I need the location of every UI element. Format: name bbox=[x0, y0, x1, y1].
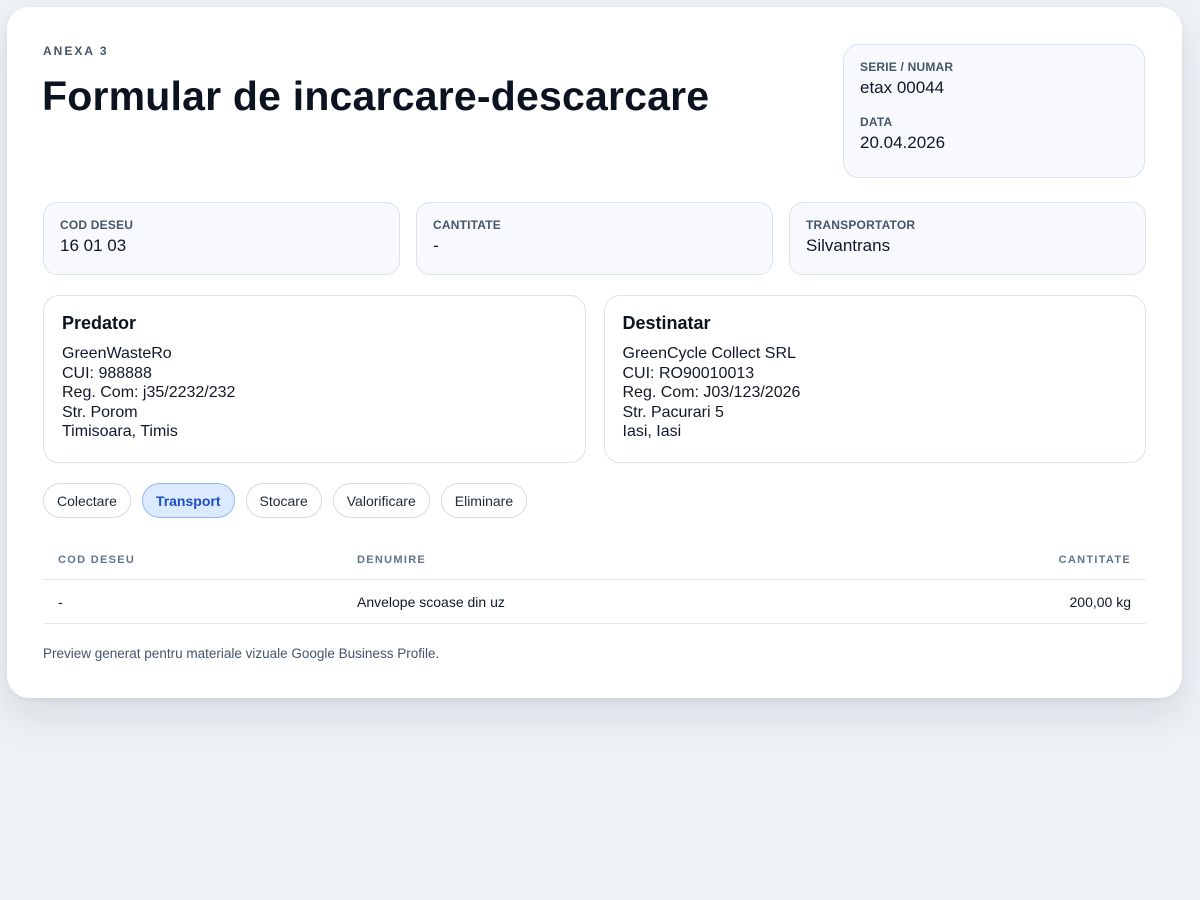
waste-code-label: COD DESEU bbox=[60, 218, 134, 232]
chip-transport[interactable]: Transport bbox=[141, 483, 235, 518]
sender-name: GreenWasteRo bbox=[62, 345, 172, 362]
sender-cui: CUI: 988888 bbox=[62, 364, 152, 382]
quantity-label: CANTITATE bbox=[433, 218, 502, 232]
quantity-box: CANTITATE - bbox=[416, 202, 773, 275]
waste-code-box: COD DESEU 16 01 03 bbox=[43, 202, 400, 275]
sender-title: Predator bbox=[62, 313, 137, 333]
col-quantity: CANTITATE bbox=[852, 541, 1146, 580]
operation-chips: Colectare Transport Stocare Valorificare… bbox=[43, 483, 528, 518]
recipient-city: Iasi, Iasi bbox=[622, 423, 682, 440]
recipient-name: GreenCycle Collect SRL bbox=[622, 345, 796, 362]
table-row: - Anvelope scoase din uz 200,00 kg bbox=[43, 579, 1146, 624]
party-row: Predator GreenWasteRo CUI: 988888 Reg. C… bbox=[43, 295, 1146, 463]
recipient-card: Destinatar GreenCycle Collect SRL CUI: R… bbox=[603, 295, 1146, 463]
serial-value: etax 00044 bbox=[860, 78, 945, 97]
footer-note: Preview generat pentru materiale vizuale… bbox=[43, 646, 440, 661]
chip-valorificare[interactable]: Valorificare bbox=[332, 483, 430, 518]
date-value: 20.04.2026 bbox=[860, 133, 946, 152]
carrier-box: TRANSPORTATOR Silvantrans bbox=[789, 202, 1146, 275]
form-card: ANEXA 3 Formular de incarcare-descarcare… bbox=[7, 7, 1182, 698]
sender-street: Str. Porom bbox=[62, 403, 138, 421]
cell-waste-code: - bbox=[43, 579, 342, 624]
carrier-label: TRANSPORTATOR bbox=[806, 218, 916, 232]
cell-name: Anvelope scoase din uz bbox=[342, 579, 853, 624]
recipient-street: Str. Pacurari 5 bbox=[622, 403, 724, 421]
table-header-row: COD DESEU DENUMIRE CANTITATE bbox=[43, 541, 1146, 580]
cell-quantity: 200,00 kg bbox=[852, 579, 1146, 624]
chip-eliminare[interactable]: Eliminare bbox=[440, 483, 528, 518]
serial-label: SERIE / NUMAR bbox=[860, 60, 954, 74]
annex-label: ANEXA 3 bbox=[43, 44, 109, 58]
chip-colectare[interactable]: Colectare bbox=[43, 483, 131, 518]
recipient-cui: CUI: RO90010013 bbox=[622, 364, 755, 382]
chip-stocare[interactable]: Stocare bbox=[245, 483, 322, 518]
waste-code-value: 16 01 03 bbox=[60, 236, 127, 255]
recipient-reg-com: Reg. Com: J03/123/2026 bbox=[622, 384, 801, 401]
waste-table: COD DESEU DENUMIRE CANTITATE - Anvelope … bbox=[43, 541, 1146, 624]
col-name: DENUMIRE bbox=[342, 541, 853, 580]
col-waste-code: COD DESEU bbox=[43, 541, 342, 580]
sender-reg-com: Reg. Com: j35/2232/232 bbox=[62, 384, 236, 401]
carrier-value: Silvantrans bbox=[806, 236, 891, 255]
page-title: Formular de incarcare-descarcare bbox=[42, 73, 710, 119]
serial-date-box: SERIE / NUMAR etax 00044 DATA 20.04.2026 bbox=[843, 44, 1145, 178]
info-row: COD DESEU 16 01 03 CANTITATE - TRANSPORT… bbox=[43, 202, 1146, 275]
quantity-value: - bbox=[433, 236, 439, 255]
recipient-title: Destinatar bbox=[622, 313, 711, 333]
sender-card: Predator GreenWasteRo CUI: 988888 Reg. C… bbox=[43, 295, 586, 463]
date-label: DATA bbox=[860, 115, 893, 129]
sender-city: Timisoara, Timis bbox=[62, 423, 178, 440]
